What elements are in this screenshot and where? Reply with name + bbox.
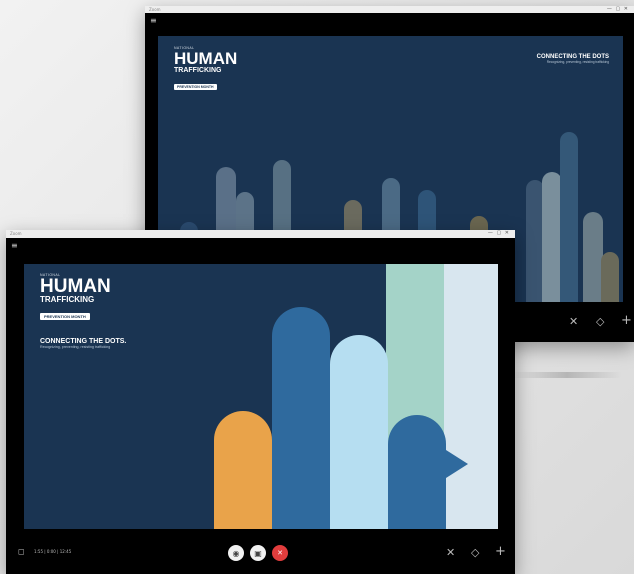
front-slide-brand: NATIONAL HUMAN TRAFFICKING PREVENTION MO… (40, 273, 111, 323)
back-slide-subheadline: TRAFFICKING (174, 67, 222, 74)
video-button[interactable]: ▣ (250, 545, 266, 561)
front-window-toolbar: ◻ 1:55 | 0:00 | 12:45 ◉ ▣ ✕ ✕ ◇ + (6, 532, 515, 574)
front-shared-slide: NATIONAL HUMAN TRAFFICKING PREVENTION MO… (24, 264, 498, 529)
front-pillar-lightblue (330, 335, 388, 529)
front-window-title: Zoom (10, 231, 22, 236)
screenshot-canvas: { "back_window": { "titlebar_text": "Zoo… (0, 0, 634, 574)
front-slide-tagline: CONNECTING THE DOTS. Recognizing, preven… (40, 338, 126, 349)
shield-icon[interactable]: ◇ (596, 315, 604, 328)
front-slide-arrow-notch (446, 450, 468, 478)
front-pillar-orange (214, 411, 272, 529)
front-pillar-blue-short (388, 415, 446, 529)
desk-shadow (512, 372, 622, 378)
menu-icon[interactable]: ≡ (11, 241, 18, 250)
close-icon[interactable]: ✕ (569, 315, 578, 328)
front-slide-pale-panel (444, 264, 498, 529)
front-pillar-blue (272, 307, 330, 529)
front-slide-tagline-title: CONNECTING THE DOTS. (40, 338, 127, 345)
back-slide-pill: PREVENTION MONTH (174, 83, 217, 90)
front-slide-tagline-sub: Recognizing, preventing, resisting traff… (40, 345, 111, 349)
front-slide-headline: HUMAN (40, 276, 111, 297)
front-slide-pill: PREVENTION MONTH (40, 312, 90, 320)
add-icon[interactable]: + (621, 313, 632, 328)
back-window-titlebar: Zoom — ▢ ✕ (145, 6, 634, 13)
shield-icon[interactable]: ◇ (471, 546, 479, 559)
front-slide-subheadline: TRAFFICKING (40, 295, 95, 304)
back-slide-tagline: CONNECTING THE DOTS Recognizing, prevent… (537, 54, 609, 64)
back-pillar (601, 252, 619, 302)
back-window-title: Zoom (149, 7, 161, 12)
close-icon[interactable]: ✕ (446, 546, 455, 559)
front-meeting-window: Zoom — ▢ ✕ ≡ NATIONAL HUMAN TRAFFICKING … (6, 230, 515, 574)
back-pillar (542, 172, 562, 302)
menu-icon[interactable]: ≡ (150, 16, 157, 25)
back-pillar (560, 132, 578, 302)
back-window-controls[interactable]: — ▢ ✕ (607, 6, 629, 12)
back-pillar (583, 212, 603, 302)
mic-button[interactable]: ◉ (228, 545, 244, 561)
mic-icon: ◉ (232, 548, 240, 558)
end-call-button[interactable]: ✕ (272, 545, 288, 561)
back-slide-tagline-sub: Recognizing, preventing, resisting traff… (546, 60, 609, 64)
video-icon: ▣ (254, 548, 262, 558)
front-window-controls[interactable]: — ▢ ✕ (488, 230, 510, 236)
back-slide-headline: HUMAN (174, 49, 238, 68)
back-slide-brand: NATIONAL HUMAN TRAFFICKING PREVENTION MO… (174, 46, 237, 93)
front-window-titlebar: Zoom — ▢ ✕ (6, 230, 515, 238)
add-icon[interactable]: + (495, 544, 506, 559)
meeting-timer: 1:55 | 0:00 | 12:45 (34, 549, 72, 554)
participants-icon[interactable]: ◻ (18, 547, 25, 556)
end-call-icon: ✕ (277, 549, 283, 557)
